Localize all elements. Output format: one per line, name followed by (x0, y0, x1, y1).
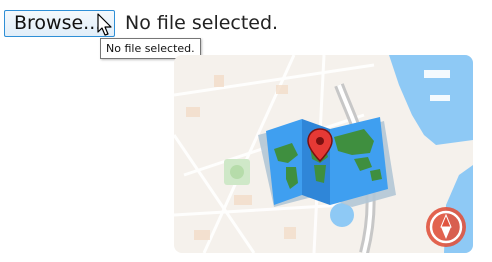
tooltip-text: No file selected. (106, 42, 195, 55)
file-input[interactable]: Browse... No file selected. (4, 8, 278, 38)
file-status-text: No file selected. (125, 12, 279, 34)
map-preview-image (174, 55, 473, 253)
browse-button-label: Browse... (14, 12, 102, 34)
mouse-cursor-icon (97, 13, 112, 36)
